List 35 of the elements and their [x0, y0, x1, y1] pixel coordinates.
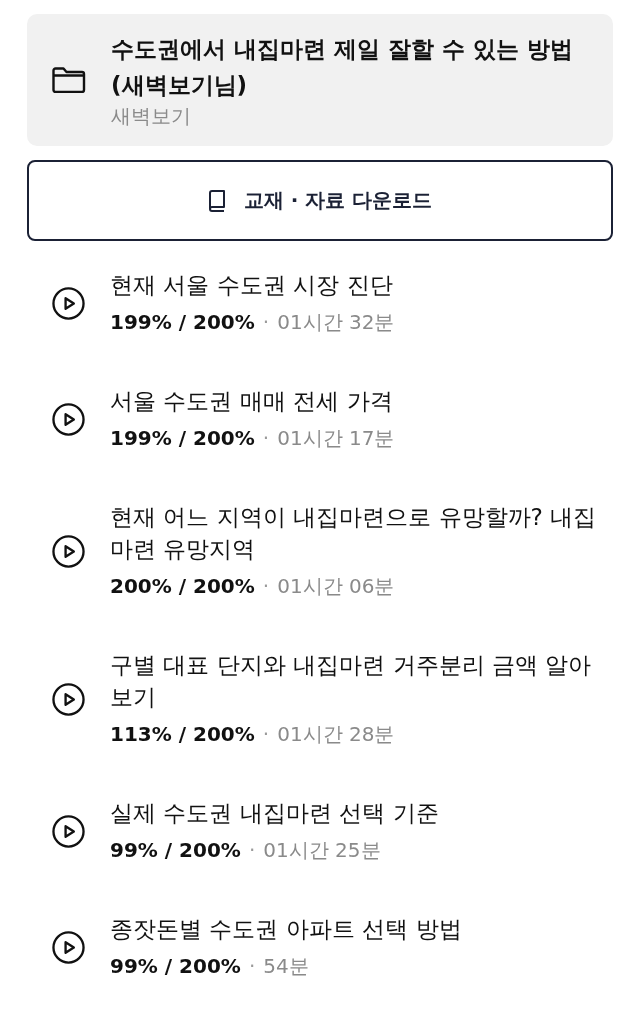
course-title: 수도권에서 내집마련 제일 잘할 수 있는 방법 (새벽보기님) [111, 35, 575, 100]
download-button[interactable]: 교재 · 자료 다운로드 [27, 160, 613, 241]
duration-text: 01시간 25분 [263, 837, 381, 864]
play-icon[interactable] [52, 402, 85, 436]
duration-text: 01시간 17분 [277, 425, 395, 452]
separator-dot: · [262, 573, 270, 600]
play-icon[interactable] [52, 534, 85, 568]
play-icon[interactable] [52, 682, 85, 716]
lecture-title[interactable]: 현재 어느 지역이 내집마련으로 유망할까? 내집마련 유망지역 [110, 501, 603, 565]
progress-text: 99% / 200% [110, 953, 241, 980]
duration-text: 01시간 28분 [277, 721, 395, 748]
play-icon[interactable] [52, 930, 85, 964]
play-icon[interactable] [52, 814, 85, 848]
folder-icon [52, 67, 86, 93]
separator-dot: · [262, 721, 270, 748]
separator-dot: · [248, 953, 256, 980]
progress-text: 199% / 200% [110, 309, 255, 336]
duration-text: 01시간 32분 [277, 309, 395, 336]
duration-text: 01시간 06분 [277, 573, 395, 600]
lecture-title[interactable]: 구별 대표 단지와 내집마련 거주분리 금액 알아보기 [110, 649, 603, 713]
progress-text: 99% / 200% [110, 837, 241, 864]
separator-dot: · [262, 309, 270, 336]
lecture-title[interactable]: 종잣돈별 수도권 아파트 선택 방법 [110, 913, 603, 945]
progress-text: 200% / 200% [110, 573, 255, 600]
instructor-name: 새벽보기 [111, 103, 192, 129]
lecture-title[interactable]: 서울 수도권 매매 전세 가격 [110, 385, 603, 417]
progress-text: 199% / 200% [110, 425, 255, 452]
play-icon[interactable] [52, 286, 85, 320]
separator-dot: · [248, 837, 256, 864]
separator-dot: · [262, 425, 270, 452]
book-icon [207, 189, 226, 212]
lecture-title[interactable]: 실제 수도권 내집마련 선택 기준 [110, 797, 603, 829]
lecture-title[interactable]: 현재 서울 수도권 시장 진단 [110, 269, 603, 301]
progress-text: 113% / 200% [110, 721, 255, 748]
duration-text: 54분 [263, 953, 309, 980]
